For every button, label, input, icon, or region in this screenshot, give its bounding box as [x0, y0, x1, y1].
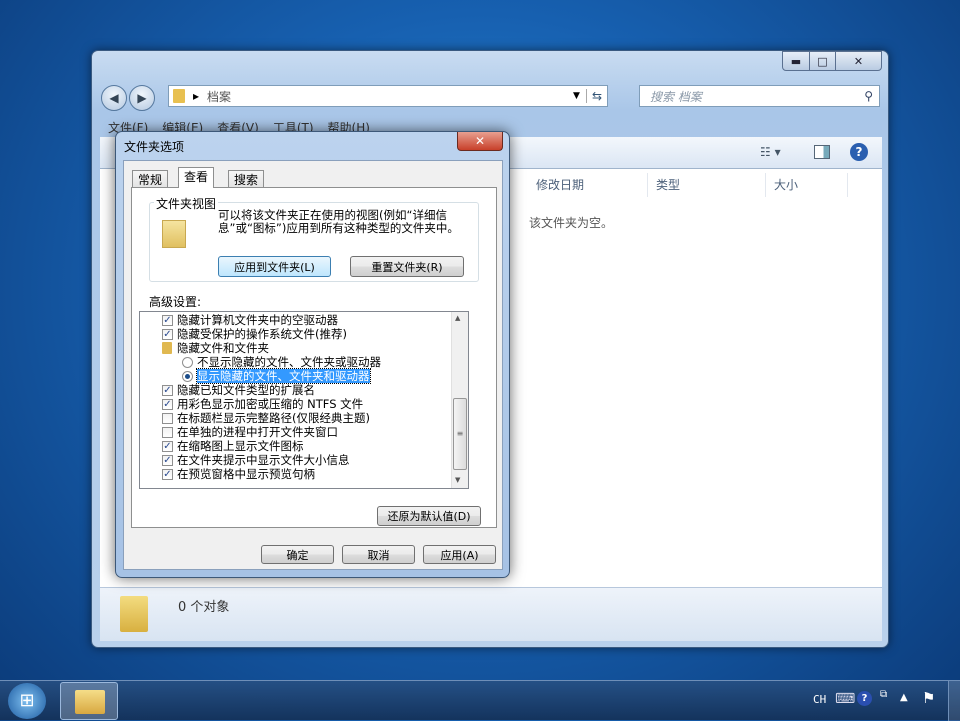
- breadcrumb-separator[interactable]: ▸: [193, 89, 199, 103]
- setting-item[interactable]: 在单独的进程中打开文件夹窗口: [162, 425, 338, 439]
- preview-pane-icon[interactable]: [814, 145, 830, 159]
- checkbox-checked[interactable]: ✓: [162, 398, 173, 410]
- setting-label: 在单独的进程中打开文件夹窗口: [177, 425, 338, 439]
- folder-options-dialog: 文件夹选项 ✕ 常规 查看 搜索 文件夹视图 可以将该文件夹正在使用的视图(例如…: [115, 131, 510, 578]
- radio-selected[interactable]: [182, 370, 193, 382]
- restore-defaults-button[interactable]: 还原为默认值(D): [377, 506, 481, 526]
- dialog-close-button[interactable]: ✕: [457, 132, 503, 151]
- setting-label: 在缩略图上显示文件图标: [177, 439, 304, 453]
- action-center-flag-icon[interactable]: ⚑: [922, 689, 935, 707]
- setting-label: 显示隐藏的文件、文件夹和驱动器: [196, 368, 371, 384]
- checkbox-checked[interactable]: ✓: [162, 328, 173, 340]
- setting-item[interactable]: ✓ 隐藏计算机文件夹中的空驱动器: [162, 313, 338, 327]
- column-date-modified[interactable]: 修改日期: [528, 173, 648, 197]
- dialog-body: 常规 查看 搜索 文件夹视图 可以将该文件夹正在使用的视图(例如“详细信息”或“…: [123, 160, 503, 570]
- scroll-up-arrow[interactable]: ▲: [455, 314, 460, 322]
- column-size[interactable]: 大小: [766, 173, 848, 197]
- setting-item[interactable]: ✓ 隐藏已知文件类型的扩展名: [162, 383, 315, 397]
- dialog-title: 文件夹选项: [124, 140, 185, 154]
- scroll-down-arrow[interactable]: ▼: [455, 476, 460, 484]
- explorer-icon: [75, 690, 105, 714]
- setting-item[interactable]: 不显示隐藏的文件、文件夹或驱动器: [182, 355, 381, 369]
- language-indicator[interactable]: CH: [813, 693, 826, 706]
- address-dropdown-icon[interactable]: ▼: [573, 91, 580, 101]
- view-tab-panel: 文件夹视图 可以将该文件夹正在使用的视图(例如“详细信息”或“图标”)应用到所有…: [131, 187, 497, 528]
- scrollbar[interactable]: ▲ ≡ ▼: [451, 312, 468, 488]
- search-input[interactable]: 搜索 档案 ⚲: [639, 85, 880, 107]
- column-type[interactable]: 类型: [648, 173, 766, 197]
- language-bar-restore-icon[interactable]: ⧉: [880, 689, 887, 700]
- minimize-button[interactable]: ▬: [782, 51, 810, 71]
- setting-label: 隐藏受保护的操作系统文件(推荐): [177, 327, 347, 341]
- start-button[interactable]: ⊞: [8, 683, 46, 719]
- checkbox-unchecked[interactable]: [162, 412, 173, 424]
- folder-icon: [120, 596, 148, 632]
- setting-label: 不显示隐藏的文件、文件夹或驱动器: [197, 355, 381, 369]
- setting-label: 隐藏文件和文件夹: [177, 341, 269, 355]
- setting-item[interactable]: ✓ 在缩略图上显示文件图标: [162, 439, 304, 453]
- setting-item[interactable]: ✓ 用彩色显示加密或压缩的 NTFS 文件: [162, 397, 363, 411]
- folder-icon: [173, 89, 185, 103]
- setting-label: 在预览窗格中显示预览句柄: [177, 467, 315, 481]
- item-count: 0 个对象: [178, 600, 230, 615]
- setting-label: 在标题栏显示完整路径(仅限经典主题): [177, 411, 370, 425]
- checkbox-checked[interactable]: ✓: [162, 440, 173, 452]
- keyboard-icon[interactable]: ⌨: [835, 691, 855, 707]
- show-desktop-button[interactable]: [948, 681, 960, 721]
- taskbar: ⊞ CH ⌨ ? ⧉ ▲ ⚑: [0, 680, 960, 721]
- setting-item[interactable]: 显示隐藏的文件、文件夹和驱动器: [182, 368, 371, 384]
- back-button[interactable]: ◀: [101, 85, 127, 111]
- setting-item[interactable]: ✓ 隐藏受保护的操作系统文件(推荐): [162, 327, 347, 341]
- show-hidden-icons-icon[interactable]: ▲: [900, 692, 908, 703]
- view-options-icon[interactable]: ☷ ▾: [760, 145, 781, 159]
- checkbox-checked[interactable]: ✓: [162, 384, 173, 396]
- tab-view[interactable]: 查看: [178, 167, 215, 188]
- taskbar-explorer-button[interactable]: [60, 682, 118, 720]
- scroll-thumb[interactable]: ≡: [453, 398, 467, 470]
- forward-arrow-icon: ▶: [137, 91, 147, 105]
- advanced-settings-list[interactable]: ✓ 隐藏计算机文件夹中的空驱动器 ✓ 隐藏受保护的操作系统文件(推荐) 隐藏文件和文件夹…: [139, 311, 469, 489]
- help-icon[interactable]: ?: [850, 143, 868, 161]
- checkbox-checked[interactable]: ✓: [162, 454, 173, 466]
- cancel-button[interactable]: 取消: [342, 545, 415, 564]
- search-icon[interactable]: ⚲: [864, 89, 873, 103]
- folder-views-description: 可以将该文件夹正在使用的视图(例如“详细信息”或“图标”)应用到所有这种类型的文…: [218, 208, 459, 235]
- setting-item[interactable]: ✓ 在预览窗格中显示预览句柄: [162, 467, 315, 481]
- folder-icon: [162, 342, 172, 354]
- setting-label: 用彩色显示加密或压缩的 NTFS 文件: [177, 397, 364, 411]
- reset-folders-button[interactable]: 重置文件夹(R): [350, 256, 464, 277]
- setting-item[interactable]: ✓ 在文件夹提示中显示文件大小信息: [162, 453, 350, 467]
- advanced-settings-label: 高级设置:: [149, 295, 202, 309]
- folder-views-legend: 文件夹视图: [154, 195, 219, 212]
- checkbox-checked[interactable]: ✓: [162, 314, 173, 326]
- help-icon[interactable]: ?: [857, 691, 872, 706]
- breadcrumb-item[interactable]: 档案: [207, 88, 231, 105]
- apply-to-folders-button[interactable]: 应用到文件夹(L): [218, 256, 331, 277]
- apply-button[interactable]: 应用(A): [423, 545, 496, 564]
- details-pane: 0 个对象: [100, 587, 882, 641]
- setting-item[interactable]: 在标题栏显示完整路径(仅限经典主题): [162, 411, 370, 425]
- setting-item[interactable]: 隐藏文件和文件夹: [162, 341, 269, 355]
- search-placeholder: 搜索 档案: [650, 89, 702, 104]
- setting-label: 在文件夹提示中显示文件大小信息: [177, 453, 350, 467]
- checkbox-checked[interactable]: ✓: [162, 468, 173, 480]
- address-bar[interactable]: ▸ 档案 ▼ ⇆: [168, 85, 608, 107]
- radio-unselected[interactable]: [182, 356, 193, 368]
- refresh-icon[interactable]: ⇆: [585, 89, 607, 103]
- maximize-button[interactable]: □: [809, 51, 836, 71]
- setting-label: 隐藏已知文件类型的扩展名: [177, 383, 315, 397]
- back-arrow-icon: ◀: [109, 91, 119, 105]
- close-button[interactable]: ✕: [835, 51, 882, 71]
- empty-folder-message: 该文件夹为空。: [529, 216, 614, 230]
- checkbox-unchecked[interactable]: [162, 426, 173, 438]
- folder-view-icon: [162, 220, 186, 248]
- ok-button[interactable]: 确定: [261, 545, 334, 564]
- setting-label: 隐藏计算机文件夹中的空驱动器: [177, 313, 338, 327]
- forward-button[interactable]: ▶: [129, 85, 155, 111]
